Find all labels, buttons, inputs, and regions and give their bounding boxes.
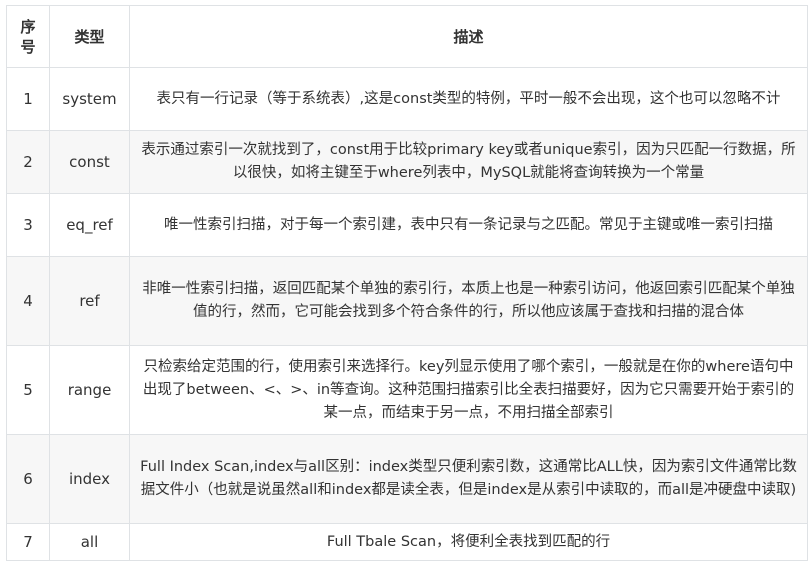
- cell-index: 3: [6, 193, 50, 257]
- cell-description: 表示通过索引一次就找到了，const用于比较primary key或者uniqu…: [129, 130, 808, 194]
- cell-description: Full Tbale Scan，将便利全表找到匹配的行: [129, 523, 808, 561]
- cell-index: 1: [6, 67, 50, 131]
- table-row: 5 range 只检索给定范围的行，使用索引来选择行。key列显示使用了哪个索引…: [6, 345, 808, 435]
- cell-type: index: [49, 434, 130, 524]
- cell-index: 2: [6, 130, 50, 194]
- table-row: 3 eq_ref 唯一性索引扫描，对于每一个索引建，表中只有一条记录与之匹配。常…: [6, 193, 808, 257]
- cell-type: system: [49, 67, 130, 131]
- table-body: 1 system 表只有一行记录（等于系统表）,这是const类型的特例，平时一…: [6, 67, 808, 561]
- cell-description: 只检索给定范围的行，使用索引来选择行。key列显示使用了哪个索引，一般就是在你的…: [129, 345, 808, 435]
- cell-index: 7: [6, 523, 50, 561]
- explain-type-table: 序号 类型 描述 1 system 表只有一行记录（等于系统表）,这是const…: [6, 5, 808, 561]
- cell-index: 6: [6, 434, 50, 524]
- cell-type: const: [49, 130, 130, 194]
- table-row: 6 index Full Index Scan,index与all区别：inde…: [6, 434, 808, 524]
- cell-type: all: [49, 523, 130, 561]
- header-type: 类型: [49, 5, 130, 68]
- header-index: 序号: [6, 5, 50, 68]
- cell-index: 5: [6, 345, 50, 435]
- cell-type: ref: [49, 256, 130, 346]
- cell-type: eq_ref: [49, 193, 130, 257]
- cell-description: 非唯一性索引扫描，返回匹配某个单独的索引行，本质上也是一种索引访问，他返回索引匹…: [129, 256, 808, 346]
- cell-description: Full Index Scan,index与all区别：index类型只便利索引…: [129, 434, 808, 524]
- table-row: 4 ref 非唯一性索引扫描，返回匹配某个单独的索引行，本质上也是一种索引访问，…: [6, 256, 808, 346]
- cell-description: 表只有一行记录（等于系统表）,这是const类型的特例，平时一般不会出现，这个也…: [129, 67, 808, 131]
- header-description: 描述: [129, 5, 808, 68]
- table-row: 7 all Full Tbale Scan，将便利全表找到匹配的行: [6, 523, 808, 561]
- explain-type-table-container: 序号 类型 描述 1 system 表只有一行记录（等于系统表）,这是const…: [6, 5, 808, 561]
- header-row: 序号 类型 描述: [6, 5, 808, 68]
- table-row: 1 system 表只有一行记录（等于系统表）,这是const类型的特例，平时一…: [6, 67, 808, 131]
- cell-description: 唯一性索引扫描，对于每一个索引建，表中只有一条记录与之匹配。常见于主键或唯一索引…: [129, 193, 808, 257]
- cell-index: 4: [6, 256, 50, 346]
- table-row: 2 const 表示通过索引一次就找到了，const用于比较primary ke…: [6, 130, 808, 194]
- table-header: 序号 类型 描述: [6, 5, 808, 68]
- cell-type: range: [49, 345, 130, 435]
